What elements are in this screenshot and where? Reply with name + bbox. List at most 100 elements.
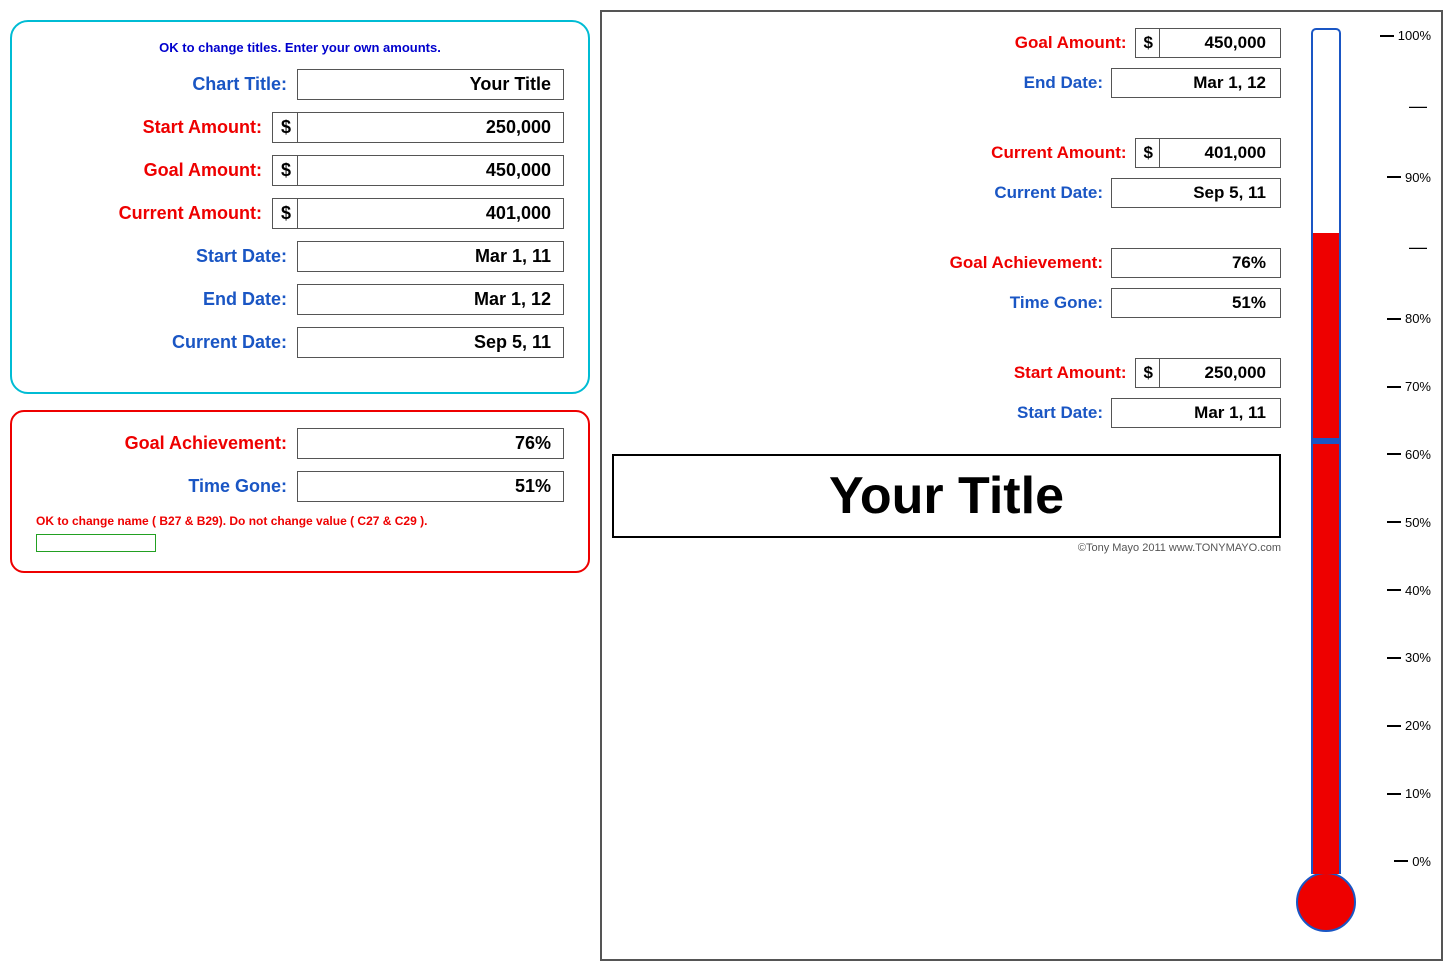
right-panel: Goal Amount: $ 450,000 End Date: Mar 1, … [600, 10, 1443, 961]
right-title-box: Your Title [612, 454, 1281, 538]
right-start-amount-value: 250,000 [1160, 359, 1280, 387]
left-goal-achievement-input[interactable] [297, 428, 564, 459]
goal-amount-input[interactable] [298, 156, 563, 185]
start-amount-dollar: $ [273, 113, 298, 142]
start-amount-group: $ [272, 112, 564, 143]
right-time-gone-row: Time Gone: 51% [612, 288, 1281, 318]
current-amount-row: Current Amount: $ [36, 198, 564, 229]
current-date-row: Current Date: [36, 327, 564, 358]
tick-70 [1387, 386, 1401, 388]
right-current-date-label: Current Date: [903, 183, 1103, 203]
current-amount-label: Current Amount: [92, 203, 262, 224]
right-current-amount-label: Current Amount: [927, 143, 1127, 163]
scale-20: 20% [1387, 718, 1431, 733]
start-amount-label: Start Amount: [92, 117, 262, 138]
current-amount-input[interactable] [298, 199, 563, 228]
right-time-gone-value: 51% [1111, 288, 1281, 318]
current-amount-dollar: $ [273, 199, 298, 228]
left-panel: OK to change titles. Enter your own amou… [10, 10, 590, 961]
right-start-date-label: Start Date: [903, 403, 1103, 423]
current-date-input[interactable] [297, 327, 564, 358]
right-start-amount-row: Start Amount: $ 250,000 [612, 358, 1281, 388]
achievement-box: Goal Achievement: Time Gone: OK to chang… [10, 410, 590, 573]
tick-10 [1387, 793, 1401, 795]
right-goal-amount-value: 450,000 [1160, 29, 1280, 57]
tick-80 [1387, 318, 1401, 320]
tick-100 [1380, 35, 1394, 37]
right-goal-amount-row: Goal Amount: $ 450,000 [612, 28, 1281, 58]
right-content: Goal Amount: $ 450,000 End Date: Mar 1, … [612, 28, 1281, 949]
tick-50 [1387, 521, 1401, 523]
right-start-date-row: Start Date: Mar 1, 11 [612, 398, 1281, 428]
right-title-text: Your Title [829, 467, 1064, 525]
end-date-input[interactable] [297, 284, 564, 315]
left-time-gone-input[interactable] [297, 471, 564, 502]
current-amount-group: $ [272, 198, 564, 229]
right-start-amount-group: $ 250,000 [1135, 358, 1281, 388]
right-start-date-value: Mar 1, 11 [1111, 398, 1281, 428]
tick-30 [1387, 657, 1401, 659]
thermo-scale: 100% — 90% — 80% 70% 60% 50% [1376, 28, 1431, 869]
scale-30: 30% [1387, 650, 1431, 665]
label-0: 0% [1412, 854, 1431, 869]
thermo-tube [1311, 28, 1341, 874]
thermo-bulb [1296, 872, 1356, 932]
label-70: 70% [1405, 379, 1431, 394]
label-10: 10% [1405, 786, 1431, 801]
right-current-date-value: Sep 5, 11 [1111, 178, 1281, 208]
thermometer [1301, 28, 1351, 949]
left-goal-achievement-label: Goal Achievement: [117, 433, 287, 454]
label-60: 60% [1405, 447, 1431, 462]
tick-60 [1387, 453, 1401, 455]
chart-title-label: Chart Title: [117, 74, 287, 95]
end-date-row: End Date: [36, 284, 564, 315]
tick-20 [1387, 725, 1401, 727]
right-time-gone-label: Time Gone: [903, 293, 1103, 313]
thermometer-area: 100% — 90% — 80% 70% 60% 50% [1291, 28, 1431, 949]
right-end-date-label: End Date: [903, 73, 1103, 93]
thermo-red-fill [1313, 233, 1339, 874]
right-end-date-row: End Date: Mar 1, 12 [612, 68, 1281, 98]
scale-80-dash: — [1409, 237, 1431, 258]
goal-amount-dollar: $ [273, 156, 298, 185]
label-20: 20% [1405, 718, 1431, 733]
left-time-gone-label: Time Gone: [117, 476, 287, 497]
right-current-amount-row: Current Amount: $ 401,000 [612, 138, 1281, 168]
right-goal-dollar: $ [1136, 29, 1160, 57]
label-50: 50% [1405, 515, 1431, 530]
instruction-text: OK to change titles. Enter your own amou… [36, 40, 564, 55]
start-amount-input[interactable] [298, 113, 563, 142]
goal-amount-row: Goal Amount: $ [36, 155, 564, 186]
right-current-date-row: Current Date: Sep 5, 11 [612, 178, 1281, 208]
right-current-amount-value: 401,000 [1160, 139, 1280, 167]
start-date-label: Start Date: [117, 246, 287, 267]
left-goal-achievement-row: Goal Achievement: [36, 428, 564, 459]
goal-amount-label: Goal Amount: [92, 160, 262, 181]
scale-50: 50% [1387, 515, 1431, 530]
goal-amount-group: $ [272, 155, 564, 186]
current-date-label: Current Date: [117, 332, 287, 353]
achieve-green-input[interactable] [36, 534, 156, 552]
label-90: 90% [1405, 170, 1431, 185]
scale-90-dash: — [1409, 96, 1431, 117]
thermo-blue-marker [1313, 438, 1339, 444]
scale-10: 10% [1387, 786, 1431, 801]
scale-80: 80% [1387, 311, 1431, 326]
start-amount-row: Start Amount: $ [36, 112, 564, 143]
chart-title-input[interactable] [297, 69, 564, 100]
right-start-amount-label: Start Amount: [927, 363, 1127, 383]
label-100: 100% [1398, 28, 1431, 43]
achieve-note: OK to change name ( B27 & B29). Do not c… [36, 514, 564, 528]
right-current-dollar: $ [1136, 139, 1160, 167]
right-goal-amount-group: $ 450,000 [1135, 28, 1281, 58]
right-goal-achievement-row: Goal Achievement: 76% [612, 248, 1281, 278]
input-box: OK to change titles. Enter your own amou… [10, 20, 590, 394]
scale-40: 40% [1387, 583, 1431, 598]
scale-90: 90% [1387, 170, 1431, 185]
right-goal-achievement-label: Goal Achievement: [903, 253, 1103, 273]
achieve-note-red: Do not change value ( C27 & C29 ). [229, 514, 427, 528]
end-date-label: End Date: [117, 289, 287, 310]
label-30: 30% [1405, 650, 1431, 665]
start-date-input[interactable] [297, 241, 564, 272]
scale-70: 70% [1387, 379, 1431, 394]
